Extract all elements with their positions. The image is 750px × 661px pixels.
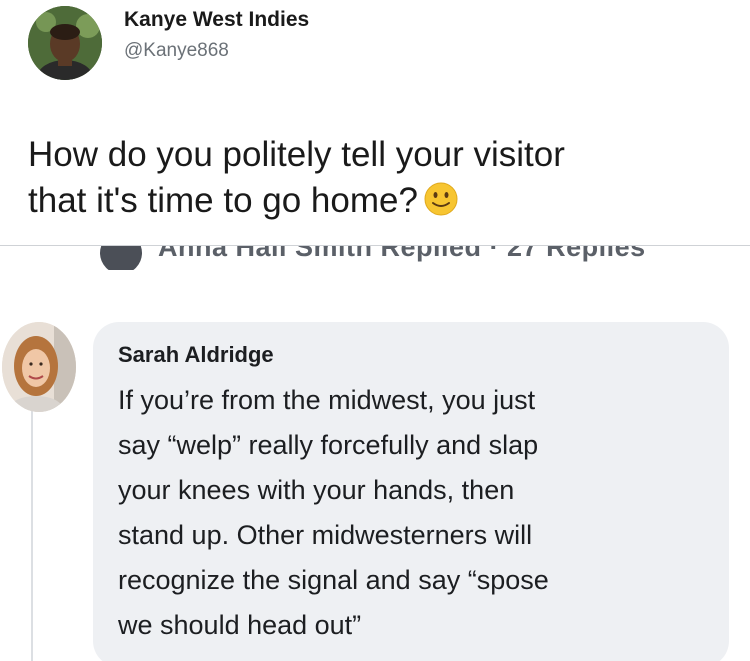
comment-text-line: your knees with your hands, then — [118, 475, 515, 505]
tweet-author-handle[interactable]: @Kanye868 — [124, 40, 229, 62]
tweet-card: Kanye West Indies @Kanye868 How do you p… — [0, 0, 750, 246]
comment-author-avatar[interactable] — [2, 322, 76, 412]
tweet-text: How do you politely tell your visitor th… — [28, 132, 744, 224]
tweet-author-avatar[interactable] — [28, 6, 102, 80]
tweet-text-line-content: that it's time to go home? — [28, 181, 418, 220]
comment-author-name[interactable]: Sarah Aldridge — [118, 342, 274, 368]
comment-text-line: stand up. Other midwesterners will — [118, 520, 533, 550]
thread-line — [31, 410, 33, 661]
tweet-author-name[interactable]: Kanye West Indies — [124, 8, 309, 32]
reply-avatar — [100, 246, 142, 270]
screenshot-page: Kanye West Indies @Kanye868 How do you p… — [0, 0, 750, 661]
tweet-text-line: that it's time to go home? — [28, 178, 744, 224]
slightly-smiling-face-emoji-icon — [424, 182, 458, 216]
comment-text: If you’re from the midwest, you just say… — [118, 378, 718, 648]
facebook-comment: Sarah Aldridge If you’re from the midwes… — [0, 270, 750, 661]
profile-photo-icon — [28, 6, 102, 80]
comment-bubble: Sarah Aldridge If you’re from the midwes… — [93, 322, 729, 661]
comment-text-line: recognize the signal and say “spose — [118, 565, 549, 595]
tweet-text-line: How do you politely tell your visitor — [28, 135, 565, 174]
profile-photo-icon — [2, 322, 76, 412]
cut-off-reply-strip: Anna Hall Smith Replied · 27 Replies — [0, 246, 750, 270]
comment-text-line: say “welp” really forcefully and slap — [118, 430, 539, 460]
comment-text-line: If you’re from the midwest, you just — [118, 385, 536, 415]
comment-text-line: we should head out” — [118, 610, 362, 640]
replies-count-text[interactable]: Anna Hall Smith Replied · 27 Replies — [158, 246, 646, 263]
